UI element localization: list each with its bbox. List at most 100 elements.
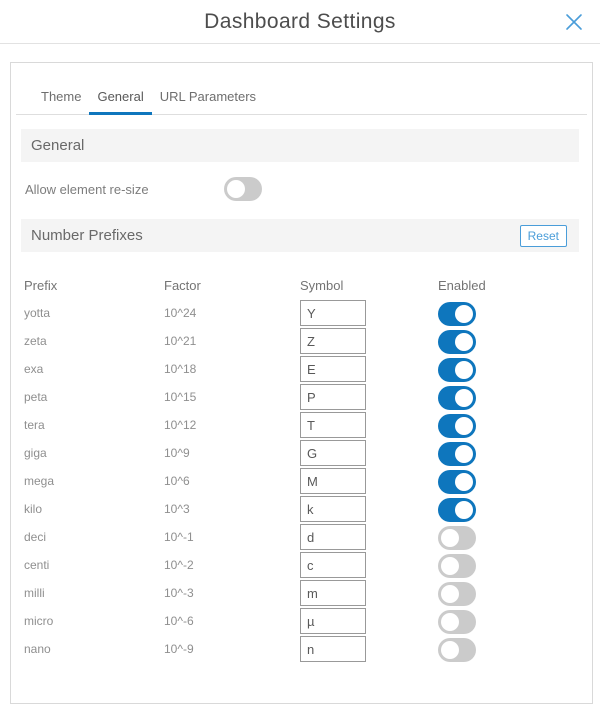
toggle-knob bbox=[455, 501, 473, 519]
prefix-toggle[interactable] bbox=[438, 582, 476, 606]
prefix-toggle[interactable] bbox=[438, 442, 476, 466]
prefix-factor: 10^15 bbox=[164, 390, 300, 404]
toggle-knob bbox=[227, 180, 245, 198]
prefix-factor: 10^24 bbox=[164, 306, 300, 320]
prefix-toggle[interactable] bbox=[438, 526, 476, 550]
prefix-factor: 10^6 bbox=[164, 474, 300, 488]
toggle-knob bbox=[455, 445, 473, 463]
prefix-name: nano bbox=[24, 642, 164, 656]
toggle-knob bbox=[441, 585, 459, 603]
prefix-toggle[interactable] bbox=[438, 330, 476, 354]
prefix-row: peta 10^15 bbox=[11, 383, 592, 411]
prefix-name: yotta bbox=[24, 306, 164, 320]
symbol-input[interactable] bbox=[300, 552, 366, 578]
tab-url-parameters[interactable]: URL Parameters bbox=[152, 89, 264, 115]
toggle-knob bbox=[455, 333, 473, 351]
prefix-toggle[interactable] bbox=[438, 638, 476, 662]
toggle-knob bbox=[441, 557, 459, 575]
prefix-row: micro 10^-6 bbox=[11, 607, 592, 635]
symbol-input[interactable] bbox=[300, 580, 366, 606]
tab-theme[interactable]: Theme bbox=[33, 89, 89, 115]
prefix-rows: yotta 10^24 zeta 10^21 exa 10^18 pe bbox=[11, 299, 592, 663]
symbol-input[interactable] bbox=[300, 608, 366, 634]
toggle-knob bbox=[455, 361, 473, 379]
prefix-name: kilo bbox=[24, 502, 164, 516]
symbol-input[interactable] bbox=[300, 328, 366, 354]
prefix-toggle[interactable] bbox=[438, 358, 476, 382]
number-prefixes-title: Number Prefixes bbox=[31, 227, 143, 244]
toggle-knob bbox=[455, 473, 473, 491]
toggle-knob bbox=[441, 613, 459, 631]
symbol-input[interactable] bbox=[300, 468, 366, 494]
prefix-name: deci bbox=[24, 530, 164, 544]
prefix-name: peta bbox=[24, 390, 164, 404]
column-header-prefix: Prefix bbox=[24, 278, 164, 293]
prefix-row: deci 10^-1 bbox=[11, 523, 592, 551]
dialog-title: Dashboard Settings bbox=[204, 10, 396, 34]
prefix-toggle[interactable] bbox=[438, 498, 476, 522]
general-section-title: General bbox=[31, 137, 84, 154]
prefix-row: milli 10^-3 bbox=[11, 579, 592, 607]
symbol-input[interactable] bbox=[300, 356, 366, 382]
prefix-toggle[interactable] bbox=[438, 610, 476, 634]
prefix-factor: 10^18 bbox=[164, 362, 300, 376]
prefix-toggle[interactable] bbox=[438, 414, 476, 438]
prefix-factor: 10^21 bbox=[164, 334, 300, 348]
prefix-row: kilo 10^3 bbox=[11, 495, 592, 523]
allow-resize-label: Allow element re-size bbox=[25, 182, 224, 197]
symbol-input[interactable] bbox=[300, 440, 366, 466]
symbol-input[interactable] bbox=[300, 300, 366, 326]
tab-bar: Theme General URL Parameters bbox=[16, 63, 587, 115]
prefix-name: micro bbox=[24, 614, 164, 628]
prefix-factor: 10^12 bbox=[164, 418, 300, 432]
prefix-name: giga bbox=[24, 446, 164, 460]
prefix-factor: 10^-9 bbox=[164, 642, 300, 656]
prefix-table-header: Prefix Factor Symbol Enabled bbox=[11, 271, 592, 299]
prefix-factor: 10^-3 bbox=[164, 586, 300, 600]
close-icon[interactable] bbox=[561, 9, 587, 35]
tab-general[interactable]: General bbox=[89, 89, 151, 115]
prefix-name: zeta bbox=[24, 334, 164, 348]
section-header-general: General bbox=[21, 129, 579, 162]
symbol-input[interactable] bbox=[300, 524, 366, 550]
column-header-enabled: Enabled bbox=[438, 278, 592, 293]
column-header-factor: Factor bbox=[164, 278, 300, 293]
toggle-knob bbox=[441, 529, 459, 547]
prefix-row: yotta 10^24 bbox=[11, 299, 592, 327]
prefix-row: exa 10^18 bbox=[11, 355, 592, 383]
symbol-input[interactable] bbox=[300, 496, 366, 522]
prefix-factor: 10^-2 bbox=[164, 558, 300, 572]
prefix-name: milli bbox=[24, 586, 164, 600]
prefix-row: mega 10^6 bbox=[11, 467, 592, 495]
prefix-factor: 10^-1 bbox=[164, 530, 300, 544]
toggle-knob bbox=[455, 417, 473, 435]
prefix-toggle[interactable] bbox=[438, 302, 476, 326]
settings-panel: Theme General URL Parameters General All… bbox=[10, 62, 593, 704]
toggle-knob bbox=[455, 305, 473, 323]
close-x-glyph bbox=[563, 11, 585, 33]
prefix-row: giga 10^9 bbox=[11, 439, 592, 467]
prefix-toggle[interactable] bbox=[438, 386, 476, 410]
prefix-name: mega bbox=[24, 474, 164, 488]
prefix-name: tera bbox=[24, 418, 164, 432]
symbol-input[interactable] bbox=[300, 636, 366, 662]
prefix-factor: 10^3 bbox=[164, 502, 300, 516]
toggle-knob bbox=[455, 389, 473, 407]
prefix-row: centi 10^-2 bbox=[11, 551, 592, 579]
allow-resize-toggle[interactable] bbox=[224, 177, 262, 201]
prefix-row: zeta 10^21 bbox=[11, 327, 592, 355]
prefix-table: Prefix Factor Symbol Enabled yotta 10^24… bbox=[11, 271, 592, 663]
prefix-factor: 10^9 bbox=[164, 446, 300, 460]
reset-button[interactable]: Reset bbox=[520, 225, 567, 247]
symbol-input[interactable] bbox=[300, 412, 366, 438]
prefix-toggle[interactable] bbox=[438, 470, 476, 494]
toggle-knob bbox=[441, 641, 459, 659]
prefix-toggle[interactable] bbox=[438, 554, 476, 578]
symbol-input[interactable] bbox=[300, 384, 366, 410]
dialog-header: Dashboard Settings bbox=[0, 0, 600, 44]
section-header-number-prefixes: Number Prefixes Reset bbox=[21, 219, 579, 252]
prefix-name: centi bbox=[24, 558, 164, 572]
prefix-row: tera 10^12 bbox=[11, 411, 592, 439]
prefix-name: exa bbox=[24, 362, 164, 376]
allow-resize-row: Allow element re-size bbox=[11, 162, 592, 216]
